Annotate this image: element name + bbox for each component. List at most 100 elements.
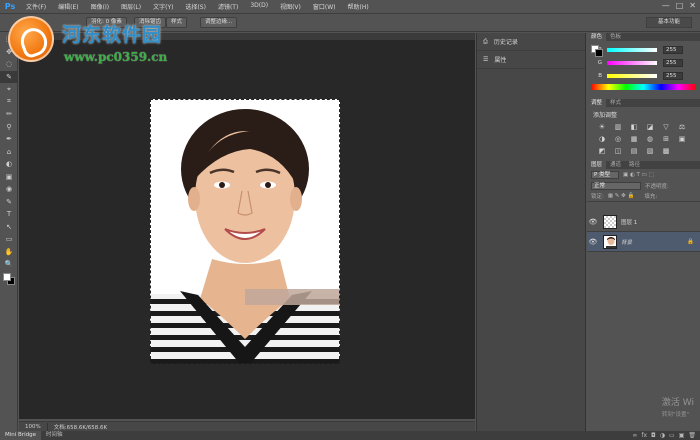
zoom-level[interactable]: 100% [19, 424, 47, 430]
tab-channels[interactable]: 通道 [606, 161, 625, 169]
adjustment-icon[interactable]: ◫ [613, 147, 623, 155]
tool-icon[interactable]: ✏ [0, 108, 18, 121]
history-label: 历史记录 [493, 39, 518, 46]
mask-icon[interactable]: ◘ [651, 432, 656, 439]
adjustment-icon[interactable]: ⊞ [661, 135, 671, 143]
fx-icon[interactable]: fx [641, 432, 647, 439]
menu-item[interactable]: 3D(D) [244, 2, 274, 11]
layer-thumbnail [603, 214, 617, 229]
adjustment-layer-icon[interactable]: ◑ [660, 432, 665, 439]
visibility-eye-icon[interactable]: 👁 [587, 218, 599, 226]
tab-styles[interactable]: 样式 [606, 99, 625, 107]
tool-icon[interactable]: 🔍 [0, 258, 18, 271]
tool-icon[interactable]: ✒ [0, 133, 18, 146]
adjustment-icon[interactable]: ▣ [677, 135, 687, 143]
link-layers-icon[interactable]: ∞ [632, 432, 637, 439]
menu-item[interactable]: 选择(S) [179, 2, 212, 11]
menu-item[interactable]: 文件(F) [20, 2, 52, 11]
menu-item[interactable]: 图像(I) [85, 2, 115, 11]
tab-swatches[interactable]: 色板 [606, 33, 625, 41]
menu-item[interactable]: 滤镜(T) [212, 2, 244, 11]
color-swatches[interactable] [0, 271, 18, 289]
menu-item[interactable]: 窗口(W) [307, 2, 342, 11]
layer-row[interactable]: 👁 背景 🔒 [587, 232, 700, 252]
photo-canvas[interactable] [150, 99, 340, 364]
channel-value-input[interactable]: 255 [663, 45, 683, 54]
menu-item[interactable]: 文字(Y) [147, 2, 179, 11]
adjustment-icon[interactable]: ▦ [629, 135, 639, 143]
tab-paths[interactable]: 路径 [625, 161, 644, 169]
timeline-tab[interactable]: 时间轴 [41, 431, 68, 440]
channel-value-input[interactable]: 255 [663, 71, 683, 80]
adjustment-icon[interactable]: ▤ [629, 147, 639, 155]
workspace-button[interactable]: 基本功能 [646, 17, 692, 28]
layer-kind-filter[interactable]: P 类型 [591, 170, 619, 179]
document-area[interactable] [19, 33, 475, 419]
tool-icon[interactable]: ⌂ [0, 146, 18, 159]
tool-icon[interactable]: ↖ [0, 221, 18, 234]
mini-bridge-tab[interactable]: Mini Bridge [0, 431, 41, 440]
history-panel-button[interactable]: ⎙ 历史记录 [477, 33, 585, 51]
properties-panel-button[interactable]: ☰ 属性 [477, 51, 585, 69]
menu-item[interactable]: 视图(V) [274, 2, 307, 11]
adjustment-icon[interactable]: ◪ [645, 123, 655, 131]
menu-item[interactable]: 图层(L) [115, 2, 147, 11]
group-icon[interactable]: ▭ [669, 432, 675, 439]
tool-icon[interactable]: ⌖ [0, 83, 18, 96]
menu-item[interactable]: 编辑(E) [52, 2, 84, 11]
tab-color[interactable]: 颜色 [587, 33, 607, 41]
adjustment-icon[interactable]: ▩ [661, 147, 671, 155]
tool-icon[interactable]: ◉ [0, 183, 18, 196]
add-adjustment-title: 添加调整 [593, 112, 618, 119]
adjustment-icon[interactable]: ◍ [645, 135, 655, 143]
adjustment-icon[interactable]: ▧ [645, 147, 655, 155]
blend-mode-select[interactable]: 正常 [591, 181, 641, 190]
tool-icon[interactable]: T [0, 208, 18, 221]
tab-layers[interactable]: 图层 [587, 161, 607, 169]
tool-icon[interactable]: ▣ [0, 171, 18, 184]
tool-icon[interactable]: ⌗ [0, 96, 18, 109]
lock-row: 锁定: ▦ ✎ ✥ 🔒 填充: [587, 191, 700, 202]
menu-items: 文件(F) 编辑(E) 图像(I) 图层(L) 文字(Y) 选择(S) 滤镜(T) 3D(D)… [20, 2, 375, 11]
adjustment-icon[interactable]: ◩ [597, 147, 607, 155]
window-controls: — □ ✕ [662, 1, 696, 10]
lock-icons[interactable]: ▦ ✎ ✥ 🔒 [608, 193, 635, 199]
trash-icon[interactable]: 🗑 [688, 432, 696, 439]
bg-color-preview[interactable] [595, 49, 603, 57]
visibility-eye-icon[interactable]: 👁 [587, 238, 599, 246]
channel-slider[interactable] [607, 47, 657, 52]
menu-item[interactable]: 帮助(H) [342, 2, 375, 11]
filter-icons[interactable]: ▣ ◐ T ▭ ⬚ [623, 172, 654, 178]
layer-row[interactable]: 👁 图层 1 [587, 212, 700, 232]
channel-value-input[interactable]: 255 [663, 58, 683, 67]
style-dropdown[interactable]: 样式 [166, 17, 188, 28]
adjustments-panel: 调整 样式 添加调整 ☀ ▥ ◧ ◪ ▽ ⚖ ◑ ◎ ▦ ◍ ⊞ ▣ ◩ ◫ ▤ ▧ ▩ [587, 99, 700, 159]
channel-label: B [598, 72, 602, 79]
document-size: 文档:658.6K/658.6K [46, 422, 113, 431]
adjustment-icon[interactable]: ◧ [629, 123, 639, 131]
adjustment-icon[interactable]: ⚖ [677, 123, 687, 131]
tool-icon[interactable]: ✋ [0, 246, 18, 259]
tool-icon[interactable]: ◐ [0, 158, 18, 171]
minimize-button[interactable]: — [662, 1, 670, 10]
tool-icon[interactable]: ✎ [0, 196, 18, 209]
channel-slider[interactable] [607, 60, 657, 65]
tool-icon[interactable]: ◌ [0, 58, 18, 71]
new-layer-icon[interactable]: ▣ [679, 432, 685, 439]
adjustment-icon[interactable]: ☀ [597, 123, 607, 131]
channel-slider[interactable] [607, 73, 657, 78]
refine-edge-button[interactable]: 调整边缘... [200, 17, 238, 28]
adjustment-icon[interactable]: ◑ [597, 135, 607, 143]
layers-panel-footer: ∞ fx ◘ ◑ ▭ ▣ 🗑 [587, 431, 700, 440]
adjustment-icon[interactable]: ◎ [613, 135, 623, 143]
foreground-color-swatch[interactable] [3, 272, 11, 281]
tool-icon[interactable]: ✎ [0, 70, 18, 83]
adjustment-icon[interactable]: ▽ [661, 123, 671, 131]
tab-adjustments[interactable]: 调整 [587, 99, 607, 107]
color-spectrum-ramp[interactable] [591, 84, 696, 90]
adjustment-icon[interactable]: ▥ [613, 123, 623, 131]
close-button[interactable]: ✕ [689, 1, 696, 10]
maximize-button[interactable]: □ [676, 1, 684, 10]
tool-icon[interactable]: ▭ [0, 233, 18, 246]
tool-icon[interactable]: ⚲ [0, 121, 18, 134]
